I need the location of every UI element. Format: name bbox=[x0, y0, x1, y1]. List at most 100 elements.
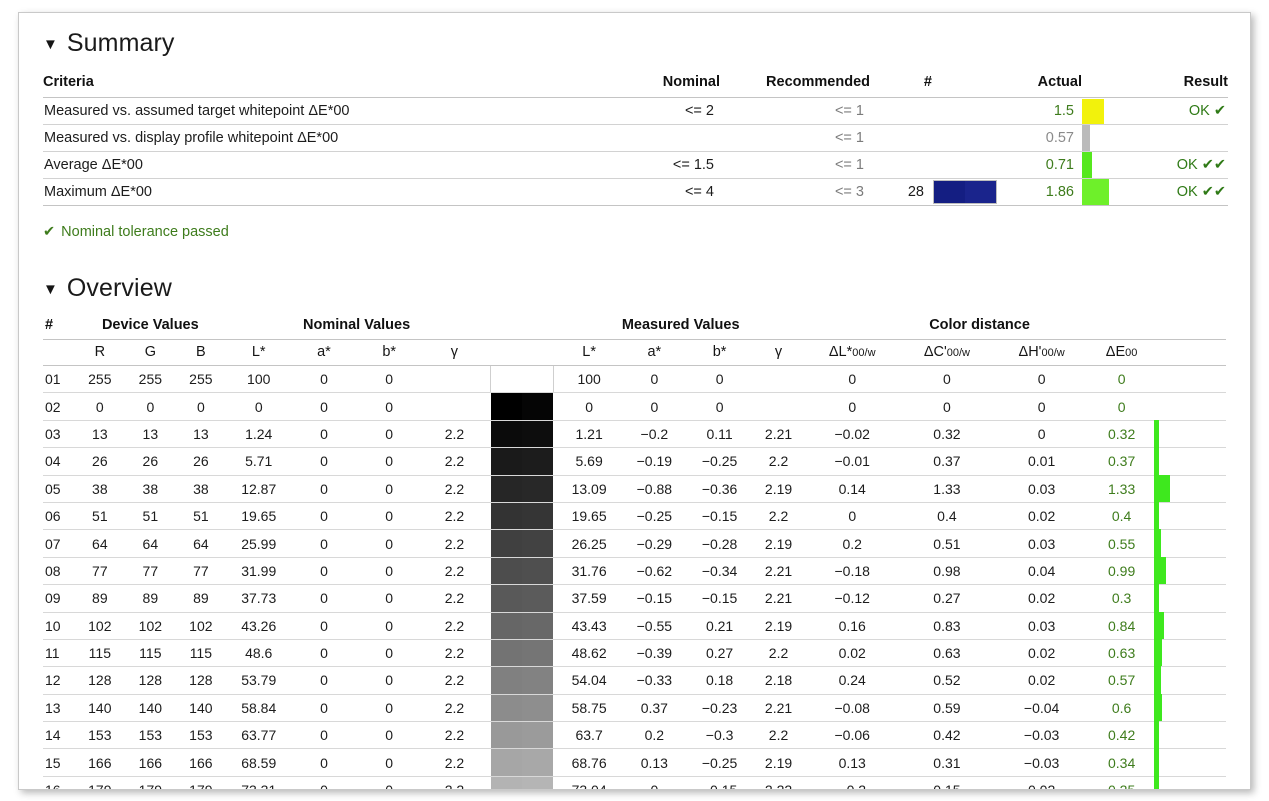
cell-nominal-b: 0 bbox=[356, 447, 422, 476]
collapse-triangle-icon[interactable]: ▼ bbox=[43, 37, 58, 52]
cell-device-g: 102 bbox=[125, 612, 176, 640]
swatch-cell bbox=[487, 748, 557, 777]
cell-device-g: 115 bbox=[125, 639, 176, 668]
cell-delta-E: 0.25 bbox=[1088, 776, 1155, 789]
cell-nominal-gamma: 2.2 bbox=[421, 502, 488, 531]
cell-measured-a: −0.19 bbox=[621, 447, 687, 476]
summary-recommended-cell: <= 1 bbox=[720, 124, 870, 152]
cell-delta-L: 0.16 bbox=[804, 612, 900, 640]
swatch-cell bbox=[487, 529, 557, 558]
cell-device-r: 38 bbox=[74, 475, 126, 503]
tolerance-note: ✔ Nominal tolerance passed bbox=[43, 224, 1226, 240]
cell-device-g: 77 bbox=[125, 557, 176, 586]
cell-measured-a: −0.88 bbox=[621, 475, 687, 503]
cell-measured-a: 0 bbox=[621, 392, 687, 421]
cell-device-r: 26 bbox=[74, 447, 126, 476]
cell-nominal-L: 5.71 bbox=[226, 447, 292, 476]
cell-device-b: 128 bbox=[175, 666, 227, 695]
cell-device-r: 179 bbox=[74, 776, 126, 789]
cell-nominal-a: 0 bbox=[291, 776, 357, 789]
cell-delta-L: −0.08 bbox=[804, 694, 900, 723]
cell-device-b: 51 bbox=[175, 502, 227, 531]
cell-delta-C: 0.83 bbox=[899, 612, 995, 640]
cell-device-g: 166 bbox=[125, 748, 176, 777]
color-swatch bbox=[490, 557, 554, 585]
sub-header-measured-gamma: γ bbox=[752, 339, 805, 366]
cell-device-b: 77 bbox=[175, 557, 227, 586]
cell-delta-H: 0.02 bbox=[994, 639, 1089, 668]
summary-title: Summary bbox=[66, 29, 175, 57]
cell-delta-L: 0.14 bbox=[804, 475, 900, 503]
cell-device-g: 179 bbox=[125, 776, 176, 789]
cell-device-r: 128 bbox=[74, 666, 126, 695]
cell-measured-L: 68.76 bbox=[556, 748, 622, 777]
cell-measured-L: 100 bbox=[556, 365, 622, 394]
cell-nominal-gamma: 2.2 bbox=[421, 639, 488, 668]
color-swatch bbox=[490, 393, 554, 420]
cell-device-r: 153 bbox=[74, 721, 126, 750]
cell-device-b: 140 bbox=[175, 694, 227, 723]
cell-delta-E: 0.55 bbox=[1088, 529, 1155, 558]
group-header-index: # bbox=[43, 317, 75, 340]
cell-nominal-gamma: 2.2 bbox=[421, 612, 488, 640]
swatch-cell bbox=[487, 365, 557, 394]
cell-nominal-a: 0 bbox=[291, 502, 357, 531]
summary-recommended-cell: <= 1 bbox=[720, 151, 870, 179]
cell-measured-a: −0.2 bbox=[621, 420, 687, 449]
cell-delta-C: 0.52 bbox=[899, 666, 995, 695]
color-swatch bbox=[490, 502, 554, 530]
sub-header-measured-b: b* bbox=[686, 339, 753, 366]
group-header-device: Device Values bbox=[74, 317, 227, 340]
sub-header-bar bbox=[1154, 339, 1226, 366]
cell-device-g: 153 bbox=[125, 721, 176, 750]
swatch-cell bbox=[487, 447, 557, 476]
table-row: 05 38 38 38 12.87 0 0 2.2 13.09 −0.88 −0.36 2.19 0.1… bbox=[43, 474, 1226, 503]
cell-nominal-b: 0 bbox=[356, 694, 422, 723]
cell-index: 05 bbox=[43, 475, 75, 503]
summary-result-cell: OK ✔✔ bbox=[1124, 151, 1228, 179]
cell-delta-C: 0.4 bbox=[899, 502, 995, 531]
cell-measured-gamma: 2.19 bbox=[752, 612, 805, 640]
summary-actual-cell: 0.57 bbox=[998, 124, 1082, 152]
summary-swatch-cell bbox=[932, 124, 998, 152]
cell-delta-E: 0 bbox=[1088, 365, 1155, 394]
cell-nominal-b: 0 bbox=[356, 420, 422, 449]
cell-delta-L: −0.02 bbox=[804, 420, 900, 449]
color-swatch bbox=[490, 667, 554, 694]
cell-nominal-a: 0 bbox=[291, 666, 357, 695]
swatch-cell bbox=[487, 502, 557, 531]
overview-section-header[interactable]: ▼ Overview bbox=[43, 240, 1226, 303]
cell-delta-L: 0.2 bbox=[804, 529, 900, 558]
summary-swatch-cell bbox=[932, 178, 998, 206]
cell-device-r: 115 bbox=[74, 639, 126, 668]
cell-device-r: 13 bbox=[74, 420, 126, 449]
delta-e-bar bbox=[1082, 99, 1104, 124]
cell-nominal-L: 19.65 bbox=[226, 502, 292, 531]
cell-delta-H: 0.02 bbox=[994, 776, 1089, 789]
cell-delta-E: 0.42 bbox=[1088, 721, 1155, 750]
summary-section-header[interactable]: ▼ Summary bbox=[43, 13, 1226, 58]
cell-measured-L: 19.65 bbox=[556, 502, 622, 531]
cell-measured-a: −0.15 bbox=[621, 584, 687, 613]
summary-count-cell bbox=[870, 97, 932, 125]
color-swatch bbox=[933, 180, 997, 204]
cell-measured-L: 58.75 bbox=[556, 694, 622, 723]
delta-e-bar-cell bbox=[1154, 721, 1226, 750]
color-swatch bbox=[490, 448, 554, 475]
collapse-triangle-icon[interactable]: ▼ bbox=[43, 282, 58, 297]
delta-e-bar-cell bbox=[1154, 748, 1226, 777]
table-row: 07 64 64 64 25.99 0 0 2.2 26.25 −0.29 −0.28 2.19 0.2… bbox=[43, 529, 1226, 558]
cell-delta-L: 0.24 bbox=[804, 666, 900, 695]
cell-measured-b: −0.25 bbox=[686, 447, 753, 476]
table-row: 14 153 153 153 63.77 0 0 2.2 63.7 0.2 −0.3 2.2 −0.06… bbox=[43, 721, 1226, 750]
cell-nominal-a: 0 bbox=[291, 475, 357, 503]
cell-delta-H: 0.03 bbox=[994, 529, 1089, 558]
cell-delta-H: 0 bbox=[994, 365, 1089, 394]
cell-delta-L: 0 bbox=[804, 392, 900, 421]
cell-delta-E: 0.32 bbox=[1088, 420, 1155, 449]
summary-count-cell bbox=[870, 151, 932, 179]
cell-device-b: 13 bbox=[175, 420, 227, 449]
cell-index: 15 bbox=[43, 748, 75, 777]
cell-device-g: 89 bbox=[125, 584, 176, 613]
cell-device-g: 140 bbox=[125, 694, 176, 723]
